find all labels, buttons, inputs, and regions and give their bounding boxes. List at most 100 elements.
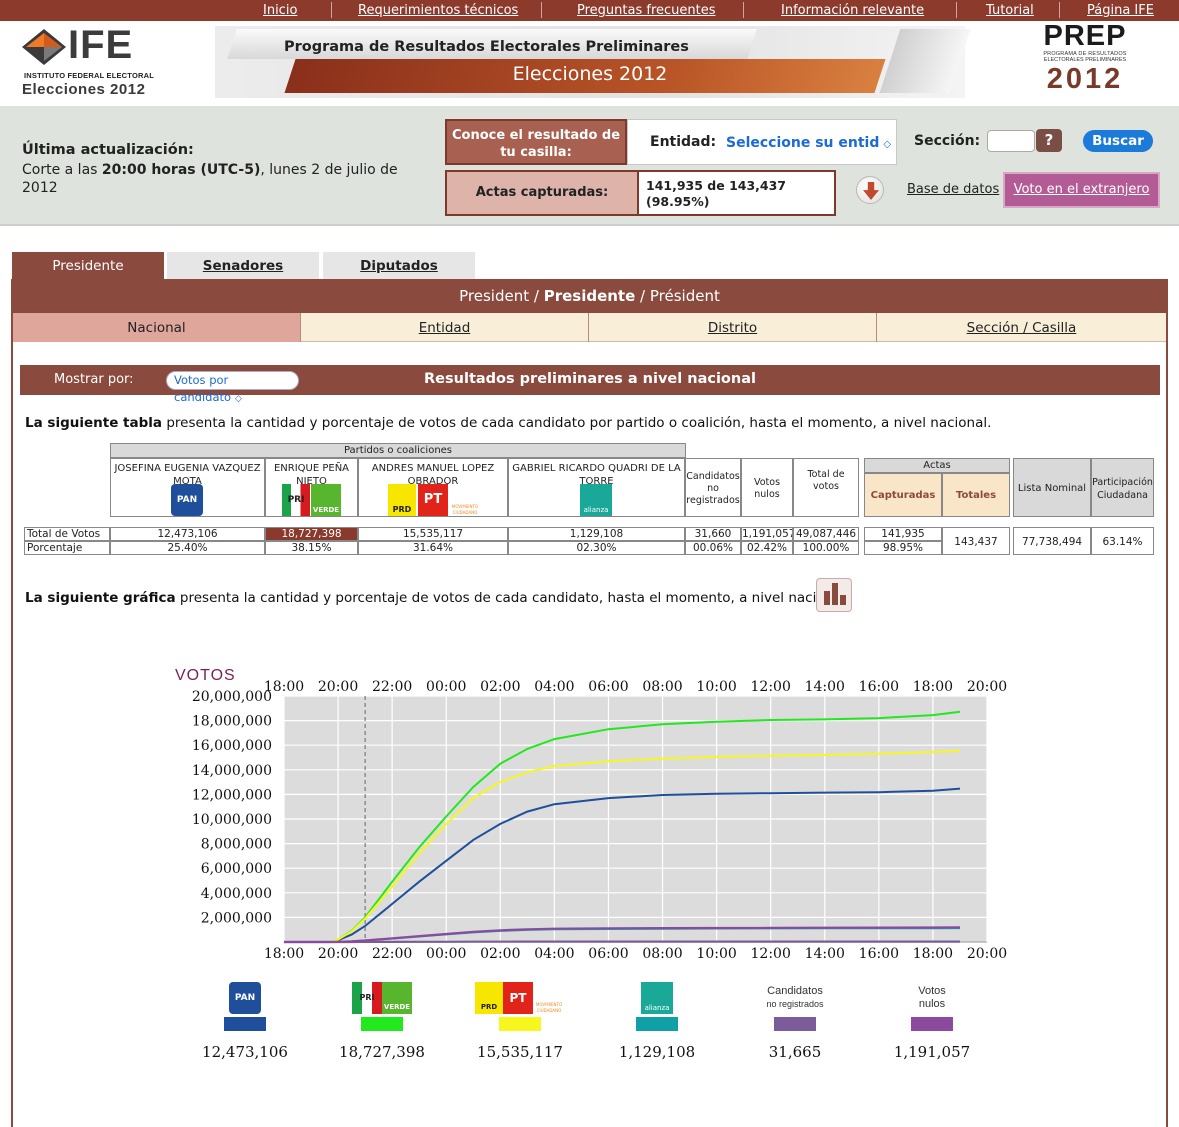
presidente-header: President / Presidente / Président bbox=[11, 279, 1168, 313]
x-tick-label-top: 16:00 bbox=[859, 679, 899, 695]
actas-totales: 143,437 bbox=[942, 527, 1010, 555]
status-band: Última actualización: Corte a las 20:00 … bbox=[0, 106, 1179, 226]
ife-year: Elecciones 2012 bbox=[22, 81, 146, 98]
update-text: Corte a las 20:00 horas (UTC-5), lunes 2… bbox=[22, 161, 422, 197]
prep-year: 2012 bbox=[1046, 63, 1124, 95]
pct-pena-nieto: 38.15% bbox=[265, 541, 358, 555]
legend-value-pri: 18,727,398 bbox=[339, 1043, 425, 1061]
verde-logo-icon: VERDE bbox=[382, 982, 412, 1014]
seccion-label: Sección: bbox=[914, 133, 981, 149]
lista-nominal-value: 77,738,494 bbox=[1013, 527, 1091, 555]
voto-extranjero-button[interactable]: Voto en el extranjero bbox=[1003, 172, 1160, 208]
x-tick-label-bottom: 20:00 bbox=[318, 946, 358, 960]
intro-table-text: La siguiente tabla presenta la cantidad … bbox=[25, 415, 991, 431]
x-tick-label-top: 06:00 bbox=[588, 679, 628, 695]
x-tick-label-top: 22:00 bbox=[372, 679, 412, 695]
ife-subtitle: INSTITUTO FEDERAL ELECTORAL bbox=[24, 71, 154, 80]
lista-nominal-header: Lista Nominal bbox=[1013, 458, 1091, 517]
prep-logo[interactable]: PREP PROGRAMA DE RESULTADOS ELECTORALES … bbox=[1030, 21, 1140, 101]
banner-subtitle: Elecciones 2012 bbox=[512, 63, 668, 85]
seccion-input[interactable] bbox=[987, 130, 1035, 152]
votes-total: 49,087,446 bbox=[793, 527, 859, 541]
y-tick-label: 18,000,000 bbox=[192, 714, 272, 730]
mostrar-select[interactable]: Votos por candidato ◇ bbox=[166, 371, 299, 404]
x-tick-label-bottom: 06:00 bbox=[588, 946, 628, 960]
legend-value-nulos: 1,191,057 bbox=[893, 1043, 971, 1061]
x-tick-label-top: 14:00 bbox=[805, 679, 845, 695]
x-tick-label-top: 08:00 bbox=[642, 679, 682, 695]
subtab-entidad[interactable]: Entidad bbox=[301, 313, 589, 342]
participacion-header: Participación Ciudadana bbox=[1091, 458, 1154, 517]
legend-swatch-pan bbox=[224, 1017, 266, 1031]
votes-vazquez-mota: 12,473,106 bbox=[110, 527, 265, 541]
base-de-datos-link[interactable]: Base de datos bbox=[907, 182, 999, 197]
ife-logo[interactable]: IFE INSTITUTO FEDERAL ELECTORAL Eleccion… bbox=[16, 23, 201, 99]
legend-value-no-registrados: 31,665 bbox=[768, 1043, 822, 1061]
nav-separator bbox=[743, 2, 744, 18]
tab-presidente[interactable]: Presidente bbox=[12, 252, 164, 279]
mostrar-select-value: Votos por candidato bbox=[174, 373, 232, 404]
x-tick-label-top: 04:00 bbox=[534, 679, 574, 695]
conoce-resultado-label: Conoce el resultado de tu casilla: bbox=[445, 119, 627, 165]
x-tick-label-bottom: 04:00 bbox=[534, 946, 574, 960]
legend-pan: PAN bbox=[190, 982, 300, 1031]
legend-label-2: nulos bbox=[918, 998, 946, 1010]
buscar-button[interactable]: Buscar bbox=[1083, 130, 1153, 152]
panal-logo-icon: alianza bbox=[580, 484, 612, 516]
legend-nulos-label: Votos nulos bbox=[877, 982, 987, 1014]
entidad-label: Entidad: bbox=[650, 134, 717, 150]
y-tick-label: 2,000,000 bbox=[201, 910, 272, 926]
votes-pena-nieto: 18,727,398 bbox=[265, 527, 358, 541]
legend-label-2: no registrados bbox=[766, 999, 824, 1009]
ife-logo-text: IFE bbox=[68, 23, 134, 67]
row-label-porcentaje: Porcentaje bbox=[24, 541, 110, 555]
bar-chart-icon[interactable] bbox=[816, 578, 852, 612]
y-tick-label: 8,000,000 bbox=[201, 837, 272, 853]
nav-pagina-ife[interactable]: Página IFE bbox=[1087, 1, 1154, 20]
pan-logo-icon: PAN bbox=[171, 484, 203, 516]
tab-diputados[interactable]: Diputados bbox=[323, 252, 475, 279]
nav-inicio[interactable]: Inicio bbox=[263, 1, 297, 20]
header-president-en: President / bbox=[459, 287, 544, 305]
partidos-header: Partidos o coaliciones bbox=[110, 443, 686, 458]
legend-value-prd: 15,535,117 bbox=[477, 1043, 563, 1061]
legend-swatch-pri bbox=[361, 1017, 403, 1031]
download-icon[interactable] bbox=[856, 176, 884, 204]
subtab-nacional[interactable]: Nacional bbox=[13, 313, 301, 342]
tab-senadores[interactable]: Senadores bbox=[167, 252, 319, 279]
actas-pct: (98.95%) bbox=[646, 194, 710, 209]
pt-logo-icon: PT bbox=[503, 982, 533, 1014]
y-tick-label: 6,000,000 bbox=[201, 861, 272, 877]
chevron-updown-icon: ◇ bbox=[883, 139, 891, 150]
x-tick-label-bottom: 10:00 bbox=[696, 946, 736, 960]
nav-preguntas[interactable]: Preguntas frecuentes bbox=[577, 1, 716, 20]
x-tick-label-bottom: 22:00 bbox=[372, 946, 412, 960]
panal-logo-icon: alianza bbox=[641, 982, 673, 1014]
votos-nulos-header: Votos nulos bbox=[741, 458, 793, 517]
nav-tutorial[interactable]: Tutorial bbox=[986, 1, 1034, 20]
pt-logo-icon: PT bbox=[418, 484, 448, 516]
legend-label-1: Candidatos bbox=[767, 985, 823, 997]
results-title: Resultados preliminares a nivel nacional bbox=[424, 371, 756, 387]
prd-pt-mc-logo-icon: PRD PT MOVIMIENTO CIUDADANO bbox=[475, 982, 565, 1014]
nav-requerimientos[interactable]: Requerimientos técnicos bbox=[358, 1, 518, 20]
votes-quadri: 1,129,108 bbox=[508, 527, 685, 541]
entidad-select[interactable]: Seleccione su entid ◇ bbox=[726, 132, 891, 154]
pct-no-registrados: 00.06% bbox=[685, 541, 741, 555]
no-registrados-header: Candidatos no registrados bbox=[685, 458, 741, 517]
y-tick-label: 16,000,000 bbox=[192, 738, 272, 754]
y-axis-title: VOTOS bbox=[175, 667, 236, 684]
chevron-updown-icon: ◇ bbox=[235, 394, 242, 404]
legend-prd: PRD PT MOVIMIENTO CIUDADANO bbox=[465, 982, 575, 1031]
nav-informacion[interactable]: Información relevante bbox=[781, 1, 924, 20]
subtab-seccion-casilla[interactable]: Sección / Casilla bbox=[877, 313, 1166, 342]
x-tick-label-bottom: 20:00 bbox=[967, 946, 1007, 960]
pri-logo-icon: PRI bbox=[352, 982, 382, 1014]
help-button[interactable]: ? bbox=[1036, 129, 1062, 152]
x-tick-label-top: 18:00 bbox=[913, 679, 953, 695]
mc-logo-icon: MOVIMIENTO CIUDADANO bbox=[451, 504, 479, 515]
x-tick-label-top: 20:00 bbox=[318, 679, 358, 695]
subtab-distrito[interactable]: Distrito bbox=[589, 313, 877, 342]
verde-logo-icon: VERDE bbox=[311, 484, 341, 516]
mc-logo-icon: MOVIMIENTO CIUDADANO bbox=[535, 1002, 563, 1013]
